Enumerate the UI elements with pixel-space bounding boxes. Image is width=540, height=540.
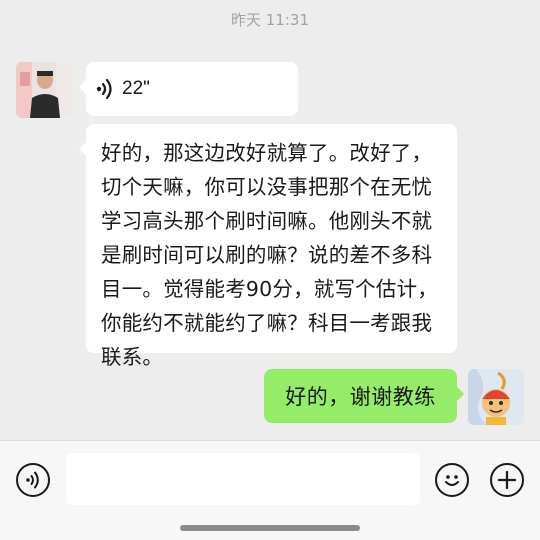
received-text-message[interactable]: 好的，那这边改好就算了。改好了，切个天嘛，你可以没事把那个在无忧学习高头那个刷时… [86, 124, 457, 369]
emoji-button[interactable] [435, 463, 469, 497]
sent-text-message[interactable]: 好的，谢谢教练 [264, 369, 457, 423]
message-timestamp: 昨天 11:31 [231, 11, 309, 29]
contact-avatar[interactable] [16, 62, 72, 118]
received-message-text: 好的，那这边改好就算了。改好了，切个天嘛，你可以没事把那个在无忧学习高头那个刷时… [101, 141, 438, 369]
voice-message-bubble[interactable]: 22" [86, 62, 298, 116]
contact-avatar-photo [16, 62, 72, 118]
self-avatar[interactable] [468, 369, 524, 425]
more-actions-button[interactable] [490, 463, 524, 497]
voice-input-icon [26, 471, 39, 489]
plus-icon [497, 470, 517, 490]
voice-wave-icon [96, 78, 112, 100]
self-avatar-image [468, 369, 524, 425]
voice-input-button[interactable] [16, 463, 50, 497]
home-indicator[interactable] [180, 525, 360, 531]
message-input[interactable] [66, 453, 420, 505]
voice-duration: 22" [122, 78, 150, 99]
message-composer [0, 440, 540, 540]
chat-screen: 昨天 11:31 22" 好的，那这边改好就算了。改好了，切个天嘛，你可以没事把… [0, 0, 540, 540]
sent-message-text: 好的，谢谢教练 [285, 385, 436, 409]
emoji-icon [445, 475, 459, 486]
